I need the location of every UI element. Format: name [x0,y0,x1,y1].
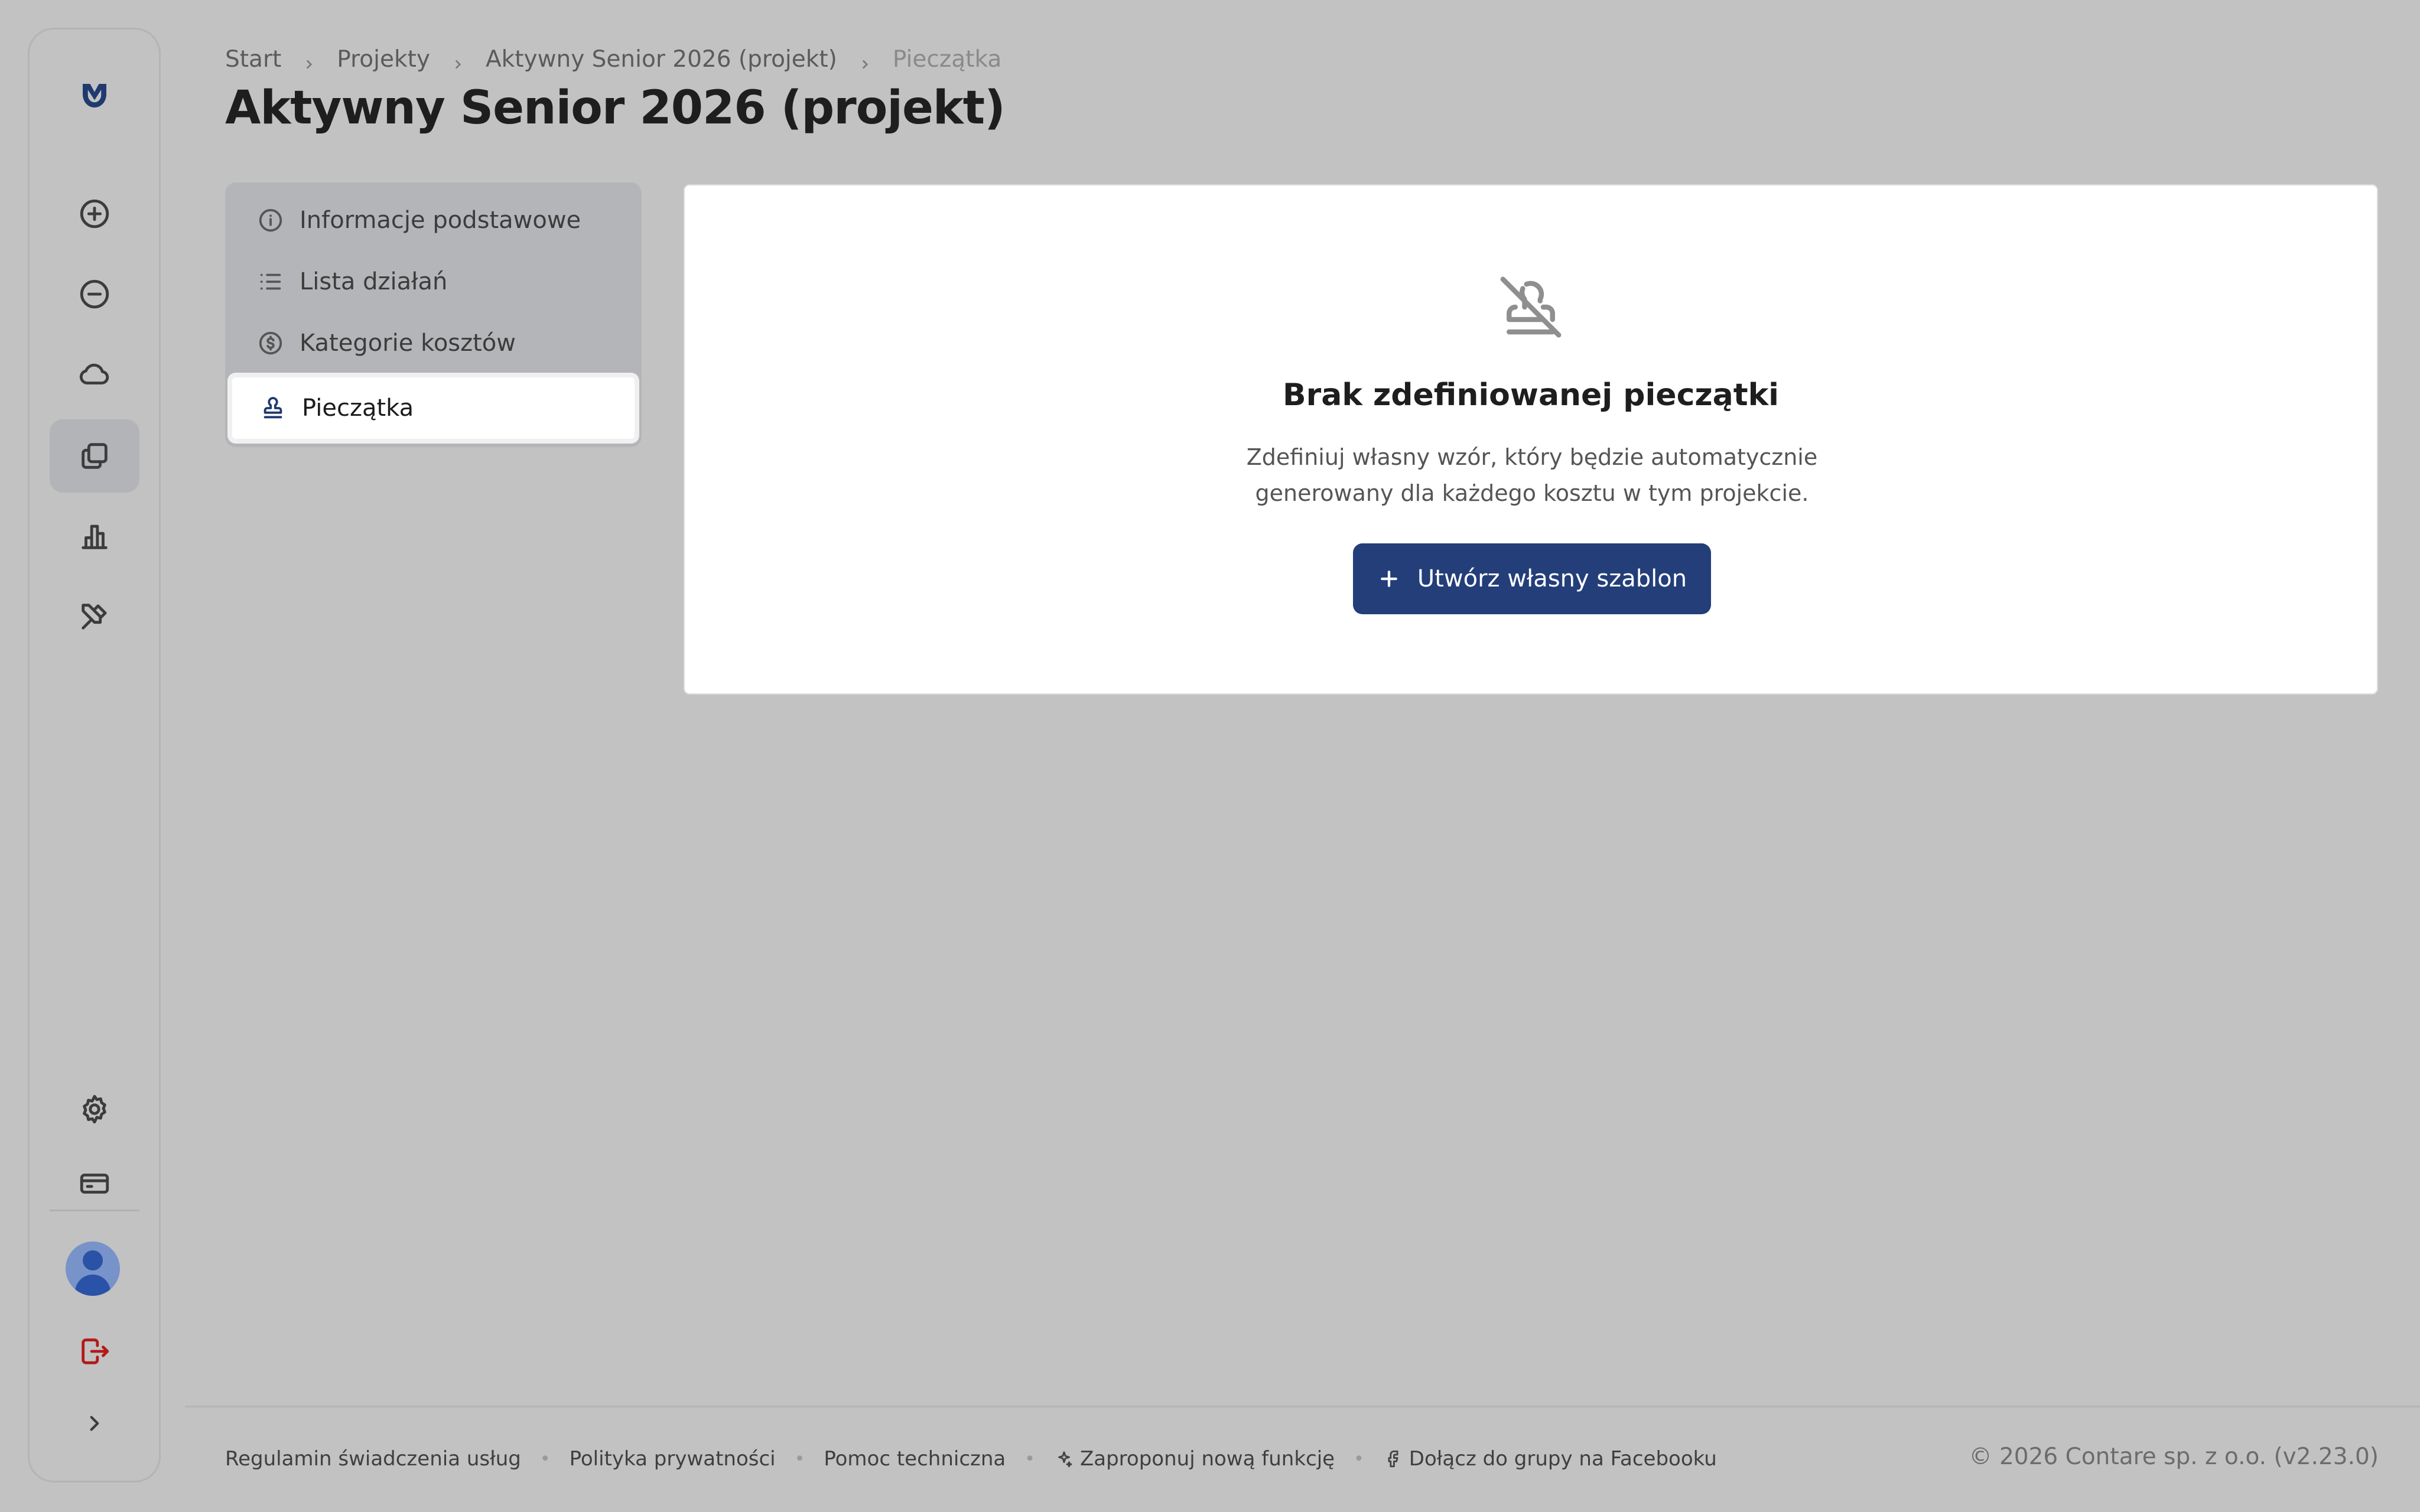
empty-state-description: Zdefiniuj własny wzór, który będzie auto… [1207,439,1857,511]
breadcrumb-start[interactable]: Start [225,46,281,73]
tools-button[interactable] [50,580,139,653]
chevron-right-icon [857,51,873,69]
app-sidebar [28,28,161,1482]
nav-item-cost-categories[interactable]: Kategorie kosztów [225,312,642,374]
footer-separator: • [794,1448,805,1469]
footer-link-facebook[interactable]: Dołącz do grupy na Facebooku [1409,1447,1717,1471]
project-section-nav: Informacje podstawowe Lista działań Kate… [225,183,642,447]
sparkles-icon [1058,1451,1072,1468]
create-template-label: Utwórz własny szablon [1417,565,1687,592]
breadcrumb-current: Pieczątka [892,45,1002,73]
copyright: © 2026 Contare sp. z o.o. (v2.23.0) [1969,1443,2379,1470]
plus-icon [1381,571,1397,587]
cloud-button[interactable] [50,338,139,411]
plus-circle-icon [80,199,109,229]
create-template-button[interactable]: Utwórz własny szablon [1353,543,1711,614]
breadcrumb-project[interactable]: Aktywny Senior 2026 (projekt) [486,46,837,73]
cloud-icon [79,363,109,384]
footer-separator: • [1354,1448,1364,1469]
footer-divider [185,1406,2420,1407]
minus-circle-icon [80,279,109,309]
nav-item-label: Pieczątka [302,395,414,422]
breadcrumb: Start Projekty Aktywny Senior 2026 (proj… [225,44,1001,74]
stamp-off-icon [1494,270,1568,344]
chevron-right-icon [450,51,466,69]
avatar[interactable] [66,1241,120,1296]
app-logo[interactable] [50,59,139,132]
breadcrumb-projects[interactable]: Projekty [337,46,430,73]
footer-link-support[interactable]: Pomoc techniczna [824,1447,1006,1471]
gear-icon [83,1094,106,1124]
reports-button[interactable] [50,500,139,573]
logout-icon [82,1338,109,1364]
credit-card-icon [80,1174,109,1194]
tools-icon [82,604,107,630]
add-cost-button[interactable] [50,258,139,331]
footer-links: Regulamin świadczenia usług • Polityka p… [225,1445,1717,1473]
nav-item-label: Lista działań [300,268,448,295]
empty-state-title: Brak zdefiniowanej pieczątki [1282,377,1780,413]
page-title: Aktywny Senior 2026 (projekt) [225,82,1006,135]
nav-item-label: Kategorie kosztów [300,330,516,357]
settings-button[interactable] [50,1073,139,1146]
list-icon [260,273,281,290]
dollar-circle-icon [259,331,282,355]
footer-link-suggest-feature[interactable]: Zaproponuj nową funkcję [1080,1447,1335,1471]
info-icon [259,208,282,232]
stamp-empty-card: Brak zdefiniowanej pieczątki Zdefiniuj w… [684,184,2378,695]
footer-separator: • [539,1448,551,1469]
bar-chart-icon [82,524,108,549]
documents-icon [82,443,108,469]
footer-link-privacy[interactable]: Polityka prywatności [570,1447,776,1471]
chevron-right-icon [301,51,317,69]
nav-item-stamp[interactable]: Pieczątka [227,373,639,444]
add-income-button[interactable] [50,177,139,250]
footer-link-terms[interactable]: Regulamin świadczenia usług [225,1447,521,1471]
description-line-1: Zdefiniuj własny wzór, który będzie auto… [1246,444,1818,470]
stamp-icon [264,397,282,419]
nav-item-activities[interactable]: Lista działań [225,251,642,312]
logout-button[interactable] [50,1315,139,1388]
nav-item-label: Informacje podstawowe [300,207,581,234]
footer-separator: • [1024,1448,1035,1469]
logo-icon [83,84,106,107]
chevron-right-icon [90,1416,99,1431]
description-line-2: generowany dla każdego kosztu w tym proj… [1255,480,1809,506]
sidebar-divider [50,1210,139,1211]
nav-item-basic-info[interactable]: Informacje podstawowe [225,190,642,251]
projects-button[interactable] [50,419,139,493]
facebook-icon [1388,1450,1398,1468]
expand-sidebar-button[interactable] [50,1387,139,1460]
